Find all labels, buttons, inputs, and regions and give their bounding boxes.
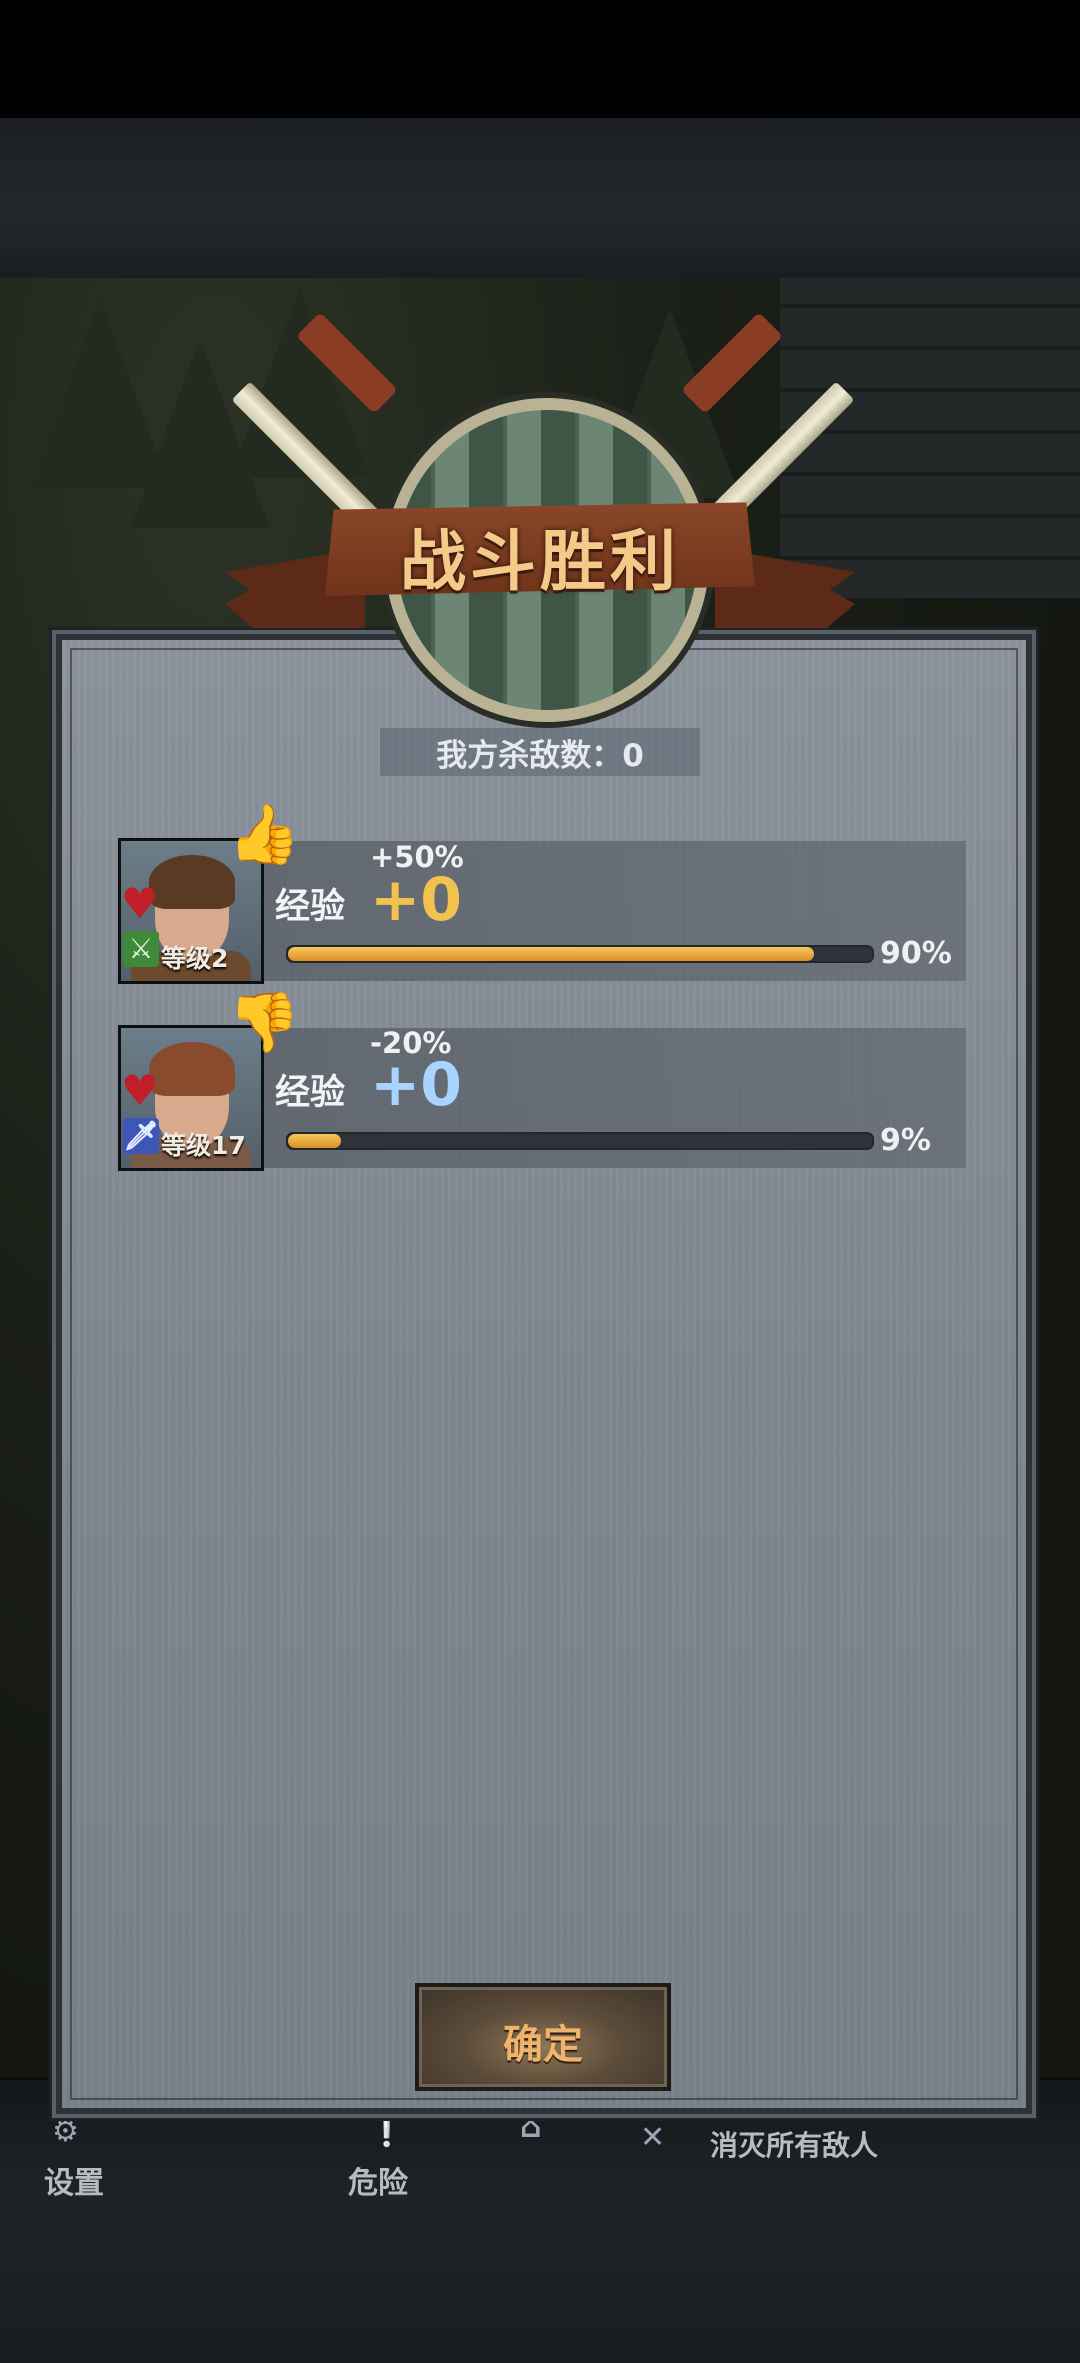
thumb-down-icon: 👎: [228, 988, 301, 1056]
alert-icon: ❕: [368, 2114, 406, 2149]
thumb-up-icon: 👍: [228, 800, 301, 868]
victory-emblem: 战斗胜利: [225, 312, 855, 738]
exp-progress-bar: [286, 1132, 874, 1150]
exp-progress-bar: [286, 945, 874, 963]
confirm-button[interactable]: 确定: [415, 1983, 671, 2091]
victory-title: 战斗胜利: [400, 523, 680, 600]
gear-icon: ⚙: [52, 2114, 79, 2149]
heart-icon: ♥: [121, 1066, 159, 1115]
exp-gain: +0: [370, 1050, 463, 1120]
kill-count: 我方杀敌数：0: [436, 738, 644, 774]
crossed-swords-icon: ✕: [640, 2120, 666, 2155]
exp-gain: +0: [370, 865, 463, 935]
exp-progress-fill: [288, 1134, 341, 1148]
sword-hilt: [296, 312, 398, 414]
exp-label: 经验: [275, 887, 346, 927]
sword-hilt: [681, 312, 783, 414]
exp-percent: 9%: [880, 1123, 931, 1158]
objective-label: 消灭所有敌人: [710, 2129, 879, 2162]
hero-level: 等级17: [161, 1131, 246, 1160]
status-bar-area: [0, 0, 1080, 118]
heart-icon: ♥: [121, 879, 159, 928]
header-band: [0, 118, 1080, 278]
crossed-swords-icon: ⚔: [123, 931, 159, 967]
hero-hair: [149, 1042, 235, 1096]
exp-progress-fill: [288, 947, 814, 961]
exp-percent: 90%: [880, 936, 952, 971]
exp-label: 经验: [275, 1073, 346, 1113]
settings-button[interactable]: 设置: [44, 2158, 104, 2202]
confirm-label: 确定: [503, 2022, 583, 2068]
dagger-icon: 🗡: [123, 1118, 159, 1154]
hero-hair: [149, 855, 235, 909]
hero-level: 等级2: [161, 944, 229, 973]
danger-button[interactable]: 危险: [348, 2158, 408, 2202]
bottom-nav: ⚙ 设置 ❕ 危险 ⌂ ✕ 消灭所有敌人: [0, 2080, 1080, 2363]
